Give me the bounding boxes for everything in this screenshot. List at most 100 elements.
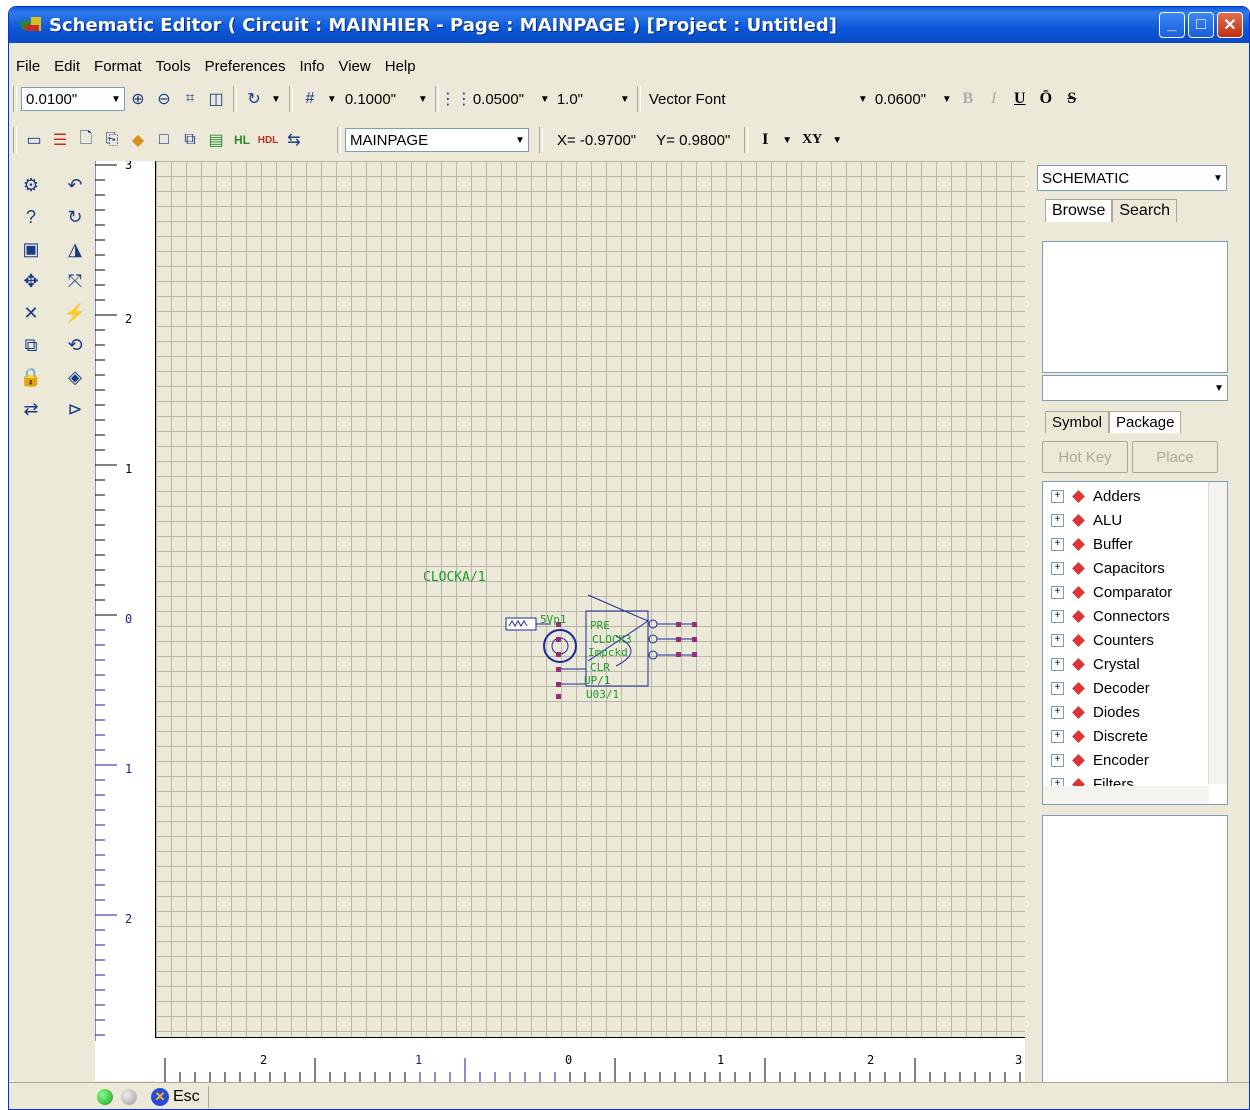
expand-icon[interactable]: + bbox=[1051, 681, 1064, 695]
font-combo[interactable]: Vector Font ▼ bbox=[645, 87, 871, 111]
tool-mirror-icon[interactable]: ◮ bbox=[61, 235, 89, 263]
tool-copy-icon[interactable]: ⧉ bbox=[17, 331, 45, 359]
tool-rotate-icon[interactable]: ↻ bbox=[61, 203, 89, 231]
component-tree[interactable]: + Adders + ALU + Buffer + Capacitors + Comparator… bbox=[1042, 481, 1228, 805]
info-button[interactable]: I bbox=[754, 129, 776, 151]
hdl-icon[interactable]: HDL bbox=[257, 129, 279, 151]
tool-net-icon[interactable]: ⊳ bbox=[61, 395, 89, 423]
expand-icon[interactable]: + bbox=[1051, 633, 1064, 647]
tool-delete-icon[interactable]: ✕ bbox=[17, 299, 45, 327]
line-width-combo[interactable]: 1.0" ▼ bbox=[553, 87, 633, 111]
expand-icon[interactable]: + bbox=[1051, 585, 1064, 599]
spacing-combo[interactable]: 0.0500" ▼ bbox=[469, 87, 553, 111]
zoom-out-icon[interactable]: ⊖ bbox=[153, 88, 175, 110]
page-icon[interactable]: 🗋 bbox=[75, 129, 97, 151]
hotkey-button[interactable]: Hot Key bbox=[1042, 441, 1128, 473]
tool-move-icon[interactable]: ✥ bbox=[17, 267, 45, 295]
new-page-icon[interactable]: □ bbox=[153, 129, 175, 151]
expand-icon[interactable]: + bbox=[1051, 705, 1064, 719]
tree-horizontal-scrollbar[interactable] bbox=[1043, 786, 1209, 804]
zoom-area-icon[interactable]: ⌗ bbox=[179, 88, 201, 110]
tree-item[interactable]: + Comparator bbox=[1043, 580, 1227, 604]
tab-package[interactable]: Package bbox=[1109, 411, 1182, 433]
tree-item[interactable]: + Capacitors bbox=[1043, 556, 1227, 580]
expand-icon[interactable]: + bbox=[1051, 753, 1064, 767]
esc-label[interactable]: Esc bbox=[173, 1088, 200, 1106]
tool-lock-icon[interactable]: 🔒 bbox=[17, 363, 45, 391]
tree-item[interactable]: + Discrete bbox=[1043, 724, 1227, 748]
menu-format[interactable]: Format bbox=[87, 58, 149, 75]
info-dropdown-icon[interactable]: ▼ bbox=[778, 135, 796, 146]
tool-undo-icon[interactable]: ↶ bbox=[61, 171, 89, 199]
menu-preferences[interactable]: Preferences bbox=[198, 58, 293, 75]
component-icon[interactable]: ◆ bbox=[127, 129, 149, 151]
schematic-grid[interactable]: CLOCKA/1 5Vp1 PRE CLOCK3 Impckd CLR UP/1… bbox=[156, 161, 1025, 1037]
copy-page-icon[interactable]: ⧉ bbox=[179, 129, 201, 151]
font-size-combo[interactable]: 0.0600" ▼ bbox=[871, 87, 955, 111]
tab-browse[interactable]: Browse bbox=[1045, 199, 1113, 222]
tool-wire-icon[interactable]: ⚡ bbox=[61, 299, 89, 327]
grid-dropdown-icon[interactable]: ▼ bbox=[323, 94, 341, 105]
tool-bus-icon[interactable]: ⟲ bbox=[61, 331, 89, 359]
snap-combo[interactable]: 0.0100" ▼ bbox=[21, 87, 125, 111]
tool-query-icon[interactable]: ? bbox=[17, 203, 45, 231]
filter-combo[interactable]: ▼ bbox=[1042, 375, 1228, 401]
menu-info[interactable]: Info bbox=[292, 58, 331, 75]
overline-button[interactable]: Ō bbox=[1035, 88, 1057, 110]
tool-flip-icon[interactable]: ⤧ bbox=[61, 267, 89, 295]
net-label[interactable]: CLOCKA/1 bbox=[423, 570, 486, 585]
tool-probe-icon[interactable]: ◈ bbox=[61, 363, 89, 391]
menu-tools[interactable]: Tools bbox=[149, 58, 198, 75]
list-icon[interactable]: ☰ bbox=[49, 129, 71, 151]
tree-item[interactable]: + Connectors bbox=[1043, 604, 1227, 628]
underline-button[interactable]: U bbox=[1009, 88, 1031, 110]
tree-item[interactable]: + Diodes bbox=[1043, 700, 1227, 724]
tab-symbol[interactable]: Symbol bbox=[1045, 411, 1110, 433]
hl-icon[interactable]: HL bbox=[231, 129, 253, 151]
tool-properties-icon[interactable]: ⚙ bbox=[17, 171, 45, 199]
menu-view[interactable]: View bbox=[331, 58, 377, 75]
page-export-icon[interactable]: ⎘ bbox=[101, 129, 123, 151]
tree-item[interactable]: + Buffer bbox=[1043, 532, 1227, 556]
minimize-button[interactable]: _ bbox=[1159, 12, 1185, 38]
grid-combo[interactable]: 0.1000" ▼ bbox=[341, 87, 431, 111]
tab-search[interactable]: Search bbox=[1112, 199, 1178, 222]
tree-item[interactable]: + Decoder bbox=[1043, 676, 1227, 700]
menu-edit[interactable]: Edit bbox=[47, 58, 87, 75]
spacing-grid-icon[interactable]: ⋮⋮ bbox=[440, 88, 472, 110]
tree-item[interactable]: + ALU bbox=[1043, 508, 1227, 532]
refresh-icon[interactable]: ↻ bbox=[243, 88, 265, 110]
tree-item[interactable]: + Adders bbox=[1043, 484, 1227, 508]
expand-icon[interactable]: + bbox=[1051, 513, 1064, 527]
swap-icon[interactable]: ⇆ bbox=[283, 129, 305, 151]
xy-button[interactable]: XY bbox=[798, 129, 826, 151]
close-button[interactable]: ✕ bbox=[1217, 12, 1243, 38]
library-combo[interactable]: SCHEMATIC ▼ bbox=[1037, 165, 1227, 191]
tree-item[interactable]: + Encoder bbox=[1043, 748, 1227, 772]
tool-connect-icon[interactable]: ⇄ bbox=[17, 395, 45, 423]
tree-item[interactable]: + Crystal bbox=[1043, 652, 1227, 676]
browse-list[interactable] bbox=[1042, 241, 1228, 373]
xy-dropdown-icon[interactable]: ▼ bbox=[828, 135, 846, 146]
expand-icon[interactable]: + bbox=[1051, 729, 1064, 743]
page-combo[interactable]: MAINPAGE ▼ bbox=[345, 128, 529, 152]
chart-icon[interactable]: ▤ bbox=[205, 129, 227, 151]
strikethrough-button[interactable]: S bbox=[1061, 88, 1083, 110]
zoom-in-icon[interactable]: ⊕ bbox=[127, 88, 149, 110]
bold-button[interactable]: B bbox=[957, 88, 979, 110]
menu-file[interactable]: File bbox=[9, 58, 47, 75]
place-button[interactable]: Place bbox=[1132, 441, 1218, 473]
expand-icon[interactable]: + bbox=[1051, 537, 1064, 551]
zoom-fit-icon[interactable]: ◫ bbox=[205, 88, 227, 110]
expand-icon[interactable]: + bbox=[1051, 561, 1064, 575]
esc-icon[interactable]: ✕ bbox=[151, 1087, 169, 1106]
expand-icon[interactable]: + bbox=[1051, 657, 1064, 671]
pin-icon[interactable]: ▭ bbox=[23, 129, 45, 151]
tree-item[interactable]: + Counters bbox=[1043, 628, 1227, 652]
italic-button[interactable]: I bbox=[983, 88, 1005, 110]
grid-icon[interactable]: # bbox=[299, 88, 321, 110]
expand-icon[interactable]: + bbox=[1051, 489, 1064, 503]
flip-flop-component[interactable]: 5Vp1 PRE CLOCK3 Impckd CLR UP/1 U03/1 bbox=[505, 594, 697, 701]
refresh-dropdown-icon[interactable]: ▼ bbox=[267, 94, 285, 105]
tree-vertical-scrollbar[interactable] bbox=[1208, 482, 1227, 784]
